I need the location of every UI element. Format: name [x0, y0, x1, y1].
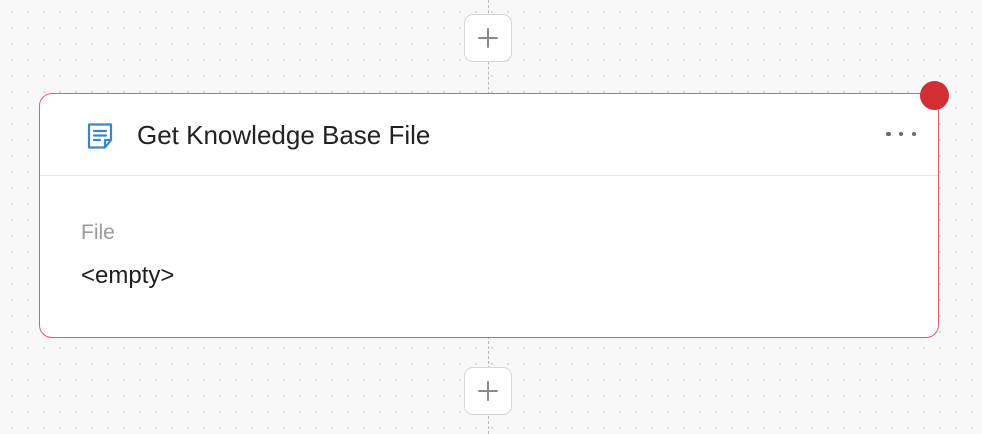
add-step-button-bottom[interactable]: [464, 367, 512, 415]
workflow-node-card[interactable]: Get Knowledge Base File File <empty>: [39, 93, 939, 338]
node-title: Get Knowledge Base File: [137, 120, 431, 150]
document-icon: [87, 123, 113, 149]
add-step-button-top[interactable]: [464, 14, 512, 62]
error-status-indicator: [920, 81, 949, 110]
node-more-options-button[interactable]: [886, 122, 916, 146]
file-field-value: <empty>: [81, 262, 175, 289]
file-field-label: File: [81, 221, 115, 244]
more-dot-icon: [911, 131, 916, 137]
more-dot-icon: [886, 131, 891, 137]
plus-icon: [478, 381, 498, 401]
node-header: Get Knowledge Base File: [40, 94, 938, 176]
more-dot-icon: [898, 131, 904, 137]
plus-icon: [478, 28, 498, 48]
